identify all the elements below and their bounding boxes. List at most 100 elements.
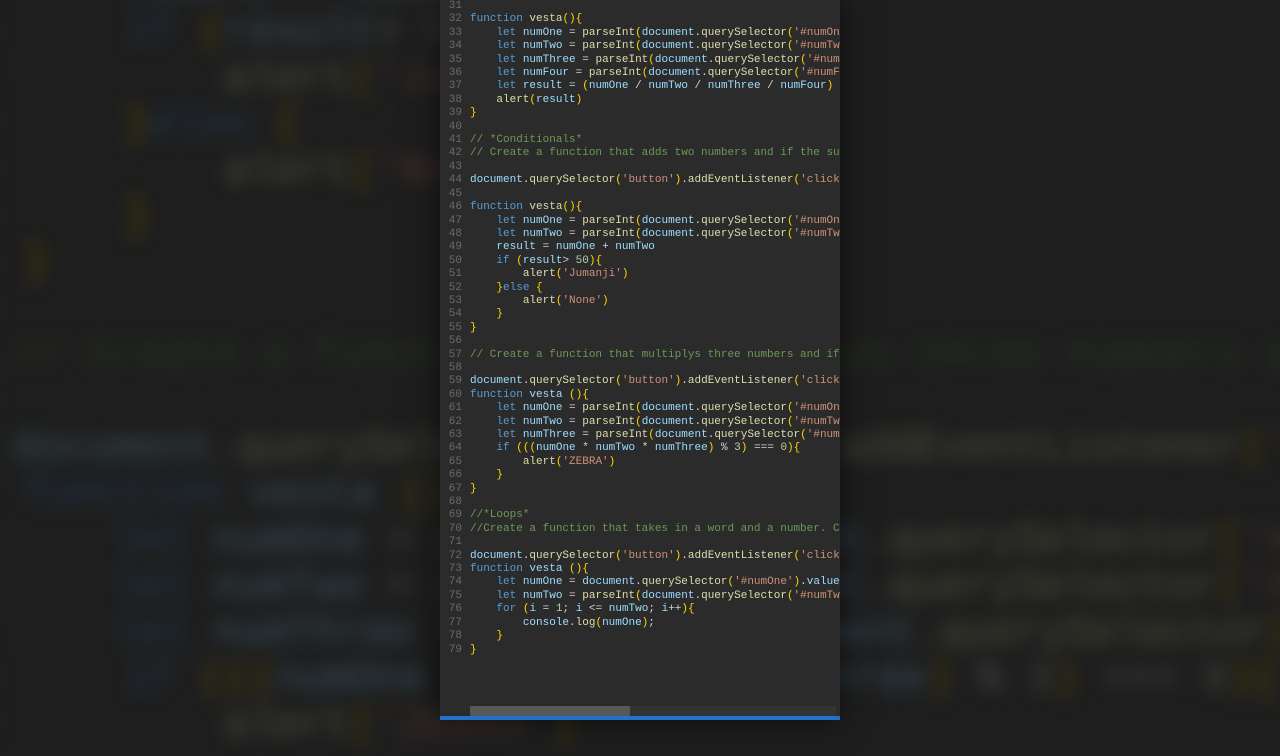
code-content[interactable] (470, 536, 840, 549)
code-content[interactable] (470, 121, 840, 134)
code-content[interactable]: let numThree = parseInt(document.querySe… (470, 429, 840, 442)
code-line[interactable]: 41// *Conditionals* (440, 134, 840, 147)
code-line[interactable]: 59document.querySelector('button').addEv… (440, 375, 840, 388)
code-content[interactable] (470, 362, 840, 375)
code-line[interactable]: 78 } (440, 630, 840, 643)
code-content[interactable]: function vesta(){ (470, 201, 840, 214)
code-content[interactable] (470, 0, 840, 13)
code-content[interactable]: function vesta(){ (470, 13, 840, 26)
code-content[interactable]: } (470, 469, 840, 482)
code-content[interactable]: } (470, 483, 840, 496)
code-line[interactable]: 75 let numTwo = parseInt(document.queryS… (440, 590, 840, 603)
code-content[interactable]: document.querySelector('button').addEven… (470, 375, 840, 388)
code-content[interactable]: let numTwo = parseInt(document.querySele… (470, 40, 840, 53)
code-line[interactable]: 56 (440, 335, 840, 348)
code-line[interactable]: 66 } (440, 469, 840, 482)
code-line[interactable]: 36 let numFour = parseInt(document.query… (440, 67, 840, 80)
code-content[interactable]: // *Conditionals* (470, 134, 840, 147)
code-line[interactable]: 46function vesta(){ (440, 201, 840, 214)
code-content[interactable] (470, 496, 840, 509)
code-line[interactable]: 45 (440, 188, 840, 201)
code-content[interactable]: alert('Jumanji') (470, 268, 840, 281)
code-content[interactable] (470, 161, 840, 174)
code-content[interactable]: } (470, 630, 840, 643)
code-content[interactable]: }else { (470, 282, 840, 295)
code-content[interactable]: alert('None') (470, 295, 840, 308)
code-line[interactable]: 61 let numOne = parseInt(document.queryS… (440, 402, 840, 415)
code-content[interactable]: let numFour = parseInt(document.querySel… (470, 67, 840, 80)
code-line[interactable]: 58 (440, 362, 840, 375)
code-line[interactable]: 52 }else { (440, 282, 840, 295)
code-line[interactable]: 57// Create a function that multiplys th… (440, 349, 840, 362)
code-content[interactable]: // Create a function that multiplys thre… (470, 349, 840, 362)
code-content[interactable] (470, 188, 840, 201)
code-content[interactable]: let numOne = document.querySelector('#nu… (470, 576, 840, 589)
code-line[interactable]: 39} (440, 107, 840, 120)
code-content[interactable]: let numOne = parseInt(document.querySele… (470, 215, 840, 228)
code-editor-panel[interactable]: 3132function vesta(){33 let numOne = par… (440, 0, 840, 720)
code-line[interactable]: 37 let result = (numOne / numTwo / numTh… (440, 80, 840, 93)
horizontal-scrollbar-track[interactable] (470, 706, 836, 716)
code-content[interactable]: } (470, 644, 840, 657)
code-line[interactable]: 69//*Loops* (440, 509, 840, 522)
code-content[interactable]: let numOne = parseInt(document.querySele… (470, 27, 840, 40)
code-line[interactable]: 72document.querySelector('button').addEv… (440, 550, 840, 563)
code-line[interactable]: 42// Create a function that adds two num… (440, 147, 840, 160)
code-content[interactable]: // Create a function that adds two numbe… (470, 147, 840, 160)
code-line[interactable]: 48 let numTwo = parseInt(document.queryS… (440, 228, 840, 241)
code-line[interactable]: 40 (440, 121, 840, 134)
code-line[interactable]: 47 let numOne = parseInt(document.queryS… (440, 215, 840, 228)
code-content[interactable]: } (470, 107, 840, 120)
code-content[interactable]: let numTwo = parseInt(document.querySele… (470, 228, 840, 241)
code-line[interactable]: 68 (440, 496, 840, 509)
code-line[interactable]: 49 result = numOne + numTwo (440, 241, 840, 254)
code-content[interactable]: //*Loops* (470, 509, 840, 522)
code-line[interactable]: 73function vesta (){ (440, 563, 840, 576)
code-line[interactable]: 32function vesta(){ (440, 13, 840, 26)
code-line[interactable]: 64 if (((numOne * numTwo * numThree) % 3… (440, 442, 840, 455)
horizontal-scrollbar-thumb[interactable] (470, 706, 630, 716)
code-line[interactable]: 34 let numTwo = parseInt(document.queryS… (440, 40, 840, 53)
code-content[interactable] (470, 335, 840, 348)
code-line[interactable]: 63 let numThree = parseInt(document.quer… (440, 429, 840, 442)
code-content[interactable]: let numTwo = parseInt(document.querySele… (470, 416, 840, 429)
code-line[interactable]: 43 (440, 161, 840, 174)
code-content[interactable]: document.querySelector('button').addEven… (470, 550, 840, 563)
code-content[interactable]: console.log(numOne); (470, 617, 840, 630)
code-line[interactable]: 35 let numThree = parseInt(document.quer… (440, 54, 840, 67)
code-content[interactable]: if (result> 50){ (470, 255, 840, 268)
code-content[interactable]: function vesta (){ (470, 563, 840, 576)
code-line[interactable]: 44document.querySelector('button').addEv… (440, 174, 840, 187)
code-line[interactable]: 53 alert('None') (440, 295, 840, 308)
code-content[interactable]: alert('ZEBRA') (470, 456, 840, 469)
code-line[interactable]: 50 if (result> 50){ (440, 255, 840, 268)
code-content[interactable]: if (((numOne * numTwo * numThree) % 3) =… (470, 442, 840, 455)
code-content[interactable]: let numTwo = parseInt(document.querySele… (470, 590, 840, 603)
code-line[interactable]: 65 alert('ZEBRA') (440, 456, 840, 469)
code-content[interactable]: let numOne = parseInt(document.querySele… (470, 402, 840, 415)
code-line[interactable]: 77 console.log(numOne); (440, 617, 840, 630)
code-content[interactable]: function vesta (){ (470, 389, 840, 402)
code-content[interactable]: let result = (numOne / numTwo / numThree… (470, 80, 840, 93)
code-content[interactable]: } (470, 322, 840, 335)
code-content[interactable]: for (i = 1; i <= numTwo; i++){ (470, 603, 840, 616)
code-line[interactable]: 74 let numOne = document.querySelector('… (440, 576, 840, 589)
code-line[interactable]: 71 (440, 536, 840, 549)
code-line[interactable]: 62 let numTwo = parseInt(document.queryS… (440, 416, 840, 429)
code-line[interactable]: 55} (440, 322, 840, 335)
code-content[interactable]: let numThree = parseInt(document.querySe… (470, 54, 840, 67)
code-line[interactable]: 54 } (440, 308, 840, 321)
code-line[interactable]: 33 let numOne = parseInt(document.queryS… (440, 27, 840, 40)
code-content[interactable]: //Create a function that takes in a word… (470, 523, 840, 536)
code-line[interactable]: 60function vesta (){ (440, 389, 840, 402)
code-line[interactable]: 70//Create a function that takes in a wo… (440, 523, 840, 536)
code-content[interactable]: result = numOne + numTwo (470, 241, 840, 254)
code-line[interactable]: 31 (440, 0, 840, 13)
code-line[interactable]: 79} (440, 644, 840, 657)
code-content[interactable]: alert(result) (470, 94, 840, 107)
code-content[interactable]: document.querySelector('button').addEven… (470, 174, 840, 187)
code-line[interactable]: 51 alert('Jumanji') (440, 268, 840, 281)
code-line[interactable]: 38 alert(result) (440, 94, 840, 107)
code-line[interactable]: 76 for (i = 1; i <= numTwo; i++){ (440, 603, 840, 616)
code-line[interactable]: 67} (440, 483, 840, 496)
